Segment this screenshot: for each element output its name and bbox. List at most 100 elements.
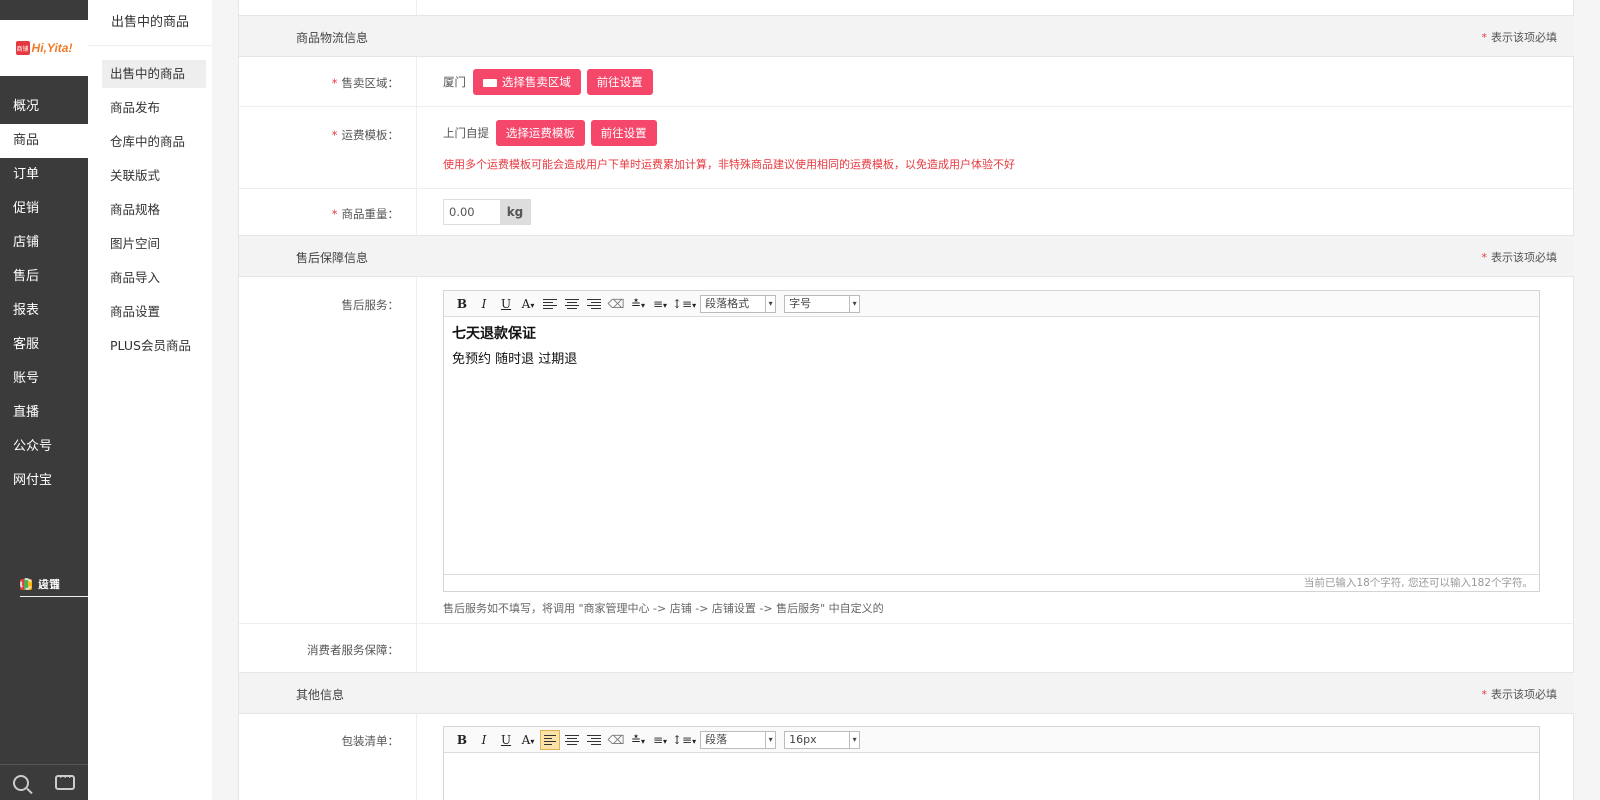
search-icon[interactable] xyxy=(13,774,29,791)
bold-button[interactable]: B xyxy=(452,730,472,750)
paragraph-format-select[interactable]: 段落 xyxy=(700,730,777,749)
weight-row: *商品重量： kg xyxy=(239,189,1575,235)
font-size-select[interactable]: 字号 xyxy=(784,294,861,313)
nav-item[interactable]: 报表 xyxy=(0,294,88,328)
required-note: * 表示该项必填 xyxy=(1481,31,1558,44)
after-sales-hint: 售后服务如不填写，将调用 "商家管理中心 -> 店铺 -> 店铺设置 -> 售后… xyxy=(443,602,884,615)
select-freight-button[interactable]: 选择运费模板 xyxy=(495,120,585,146)
required-note: * 表示该项必填 xyxy=(1481,251,1558,264)
logistics-section-header: 商品物流信息 * 表示该项必填 xyxy=(239,15,1575,57)
editor-text: 免预约 随时退 过期退 xyxy=(452,352,578,367)
underline-button[interactable]: U xyxy=(496,730,516,750)
nav-list: 概况 商品 订单 促销 店铺 售后 报表 客服 账号 直播 公众号 网付宝 xyxy=(0,90,88,498)
packing-list-label: 包装清单： xyxy=(341,734,400,748)
sale-area-value: 厦门 xyxy=(443,75,466,89)
editor-toolbar: B I U A▾ ⌫ ≛▾ ≡▾ ↕≡▾ 段落格式 字号 xyxy=(444,291,1539,317)
underline-button[interactable]: U xyxy=(496,294,516,314)
subnav-item[interactable]: 图片空间 xyxy=(88,230,212,264)
paragraph-spacing-icon[interactable]: ≡▾ xyxy=(650,730,670,750)
highlight-icon[interactable]: ≛▾ xyxy=(628,294,648,314)
weight-field: kg xyxy=(443,199,531,225)
line-height-icon[interactable]: ↕≡▾ xyxy=(672,730,696,750)
highlight-icon[interactable]: ≛▾ xyxy=(628,730,648,750)
after-sales-service-label: 售后服务： xyxy=(341,298,400,312)
subnav-item[interactable]: 出售中的商品 xyxy=(102,60,206,88)
nav-item[interactable]: 账号 xyxy=(0,362,88,396)
logo[interactable]: 商铺 Hi,Yita! xyxy=(0,20,88,76)
subnav-item[interactable]: 商品设置 xyxy=(88,298,212,332)
nav-item[interactable]: 商品 xyxy=(0,124,88,158)
paragraph-spacing-icon[interactable]: ≡▾ xyxy=(650,294,670,314)
subnav-item[interactable]: 商品规格 xyxy=(88,196,212,230)
subnav-item[interactable]: 商品导入 xyxy=(88,264,212,298)
subnav-title: 出售中的商品 xyxy=(88,0,212,46)
subnav-list: 出售中的商品商品发布 仓库中的商品 关联版式 商品规格 图片空间 商品导入 商品设置 PLUS… xyxy=(88,46,212,366)
eraser-icon[interactable]: ⌫ xyxy=(606,294,626,314)
sale-area-settings-button[interactable]: 前往设置 xyxy=(586,69,653,95)
weight-input[interactable] xyxy=(444,200,500,224)
align-center-icon[interactable] xyxy=(562,730,582,750)
align-right-icon[interactable] xyxy=(584,730,604,750)
gear-icon xyxy=(20,578,32,590)
bold-button[interactable]: B xyxy=(452,294,472,314)
editor-body[interactable] xyxy=(444,753,1539,765)
editor-toolbar: B I U A▾ ⌫ ≛▾ ≡▾ ↕≡▾ 段落 16px xyxy=(444,727,1539,753)
after-sales-editor: B I U A▾ ⌫ ≛▾ ≡▾ ↕≡▾ 段落格式 字号 七天退款保证 免预约 xyxy=(443,290,1540,592)
settings-label: 设置 xyxy=(38,578,60,591)
subnav-item[interactable]: 商品发布 xyxy=(88,94,212,128)
font-size-select[interactable]: 16px xyxy=(784,730,861,749)
nav-item[interactable]: 客服 xyxy=(0,328,88,362)
section-title: 售后保障信息 xyxy=(296,251,369,265)
subnav-item[interactable]: PLUS会员商品 xyxy=(88,332,212,366)
font-color-button[interactable]: A▾ xyxy=(518,730,538,750)
editor-heading: 七天退款保证 xyxy=(452,326,536,342)
paragraph-format-select[interactable]: 段落格式 xyxy=(700,294,777,313)
weight-unit: kg xyxy=(500,200,530,224)
align-right-icon[interactable] xyxy=(584,294,604,314)
chat-icon[interactable] xyxy=(55,771,75,790)
consumer-guarantee-row: 消费者服务保障： xyxy=(239,624,1575,672)
nav-item[interactable]: 促销 xyxy=(0,192,88,226)
nav-item[interactable]: 订单 xyxy=(0,158,88,192)
nav-item[interactable]: 网付宝 xyxy=(0,464,88,498)
consumer-guarantee-label: 消费者服务保障： xyxy=(307,643,399,657)
required-note: * 表示该项必填 xyxy=(1481,688,1558,701)
eraser-icon[interactable]: ⌫ xyxy=(606,730,626,750)
page-scrollbar[interactable] xyxy=(1574,0,1600,800)
editor-body[interactable]: 七天退款保证 免预约 随时退 过期退 xyxy=(444,317,1539,373)
char-counter: 当前已输入18个字符, 您还可以输入182个字符。 xyxy=(444,574,1539,591)
packing-list-row: 包装清单： B I U A▾ ⌫ ≛▾ ≡▾ ↕≡▾ 段落 16px xyxy=(239,714,1575,800)
align-center-icon[interactable] xyxy=(562,294,582,314)
main-nav: 商铺 Hi,Yita! 概况 商品 订单 促销 店铺 售后 报表 客服 账号 直播 公众号 网付宝 店… xyxy=(0,0,1356,800)
italic-button[interactable]: I xyxy=(474,294,494,314)
section-title: 商品物流信息 xyxy=(296,31,369,45)
truck-icon xyxy=(482,79,497,87)
nav-item[interactable]: 直播 xyxy=(0,396,88,430)
logo-text: Hi,Yita! xyxy=(31,41,73,55)
sale-area-label: * 售卖区域： xyxy=(331,76,399,90)
form-panel: 商品物流信息 * 表示该项必填 * 售卖区域： 厦门 选择售卖区域 前往设置 * 运费… xyxy=(238,0,1575,800)
nav-item[interactable]: 概况 xyxy=(0,90,88,124)
nav-item[interactable]: 公众号 xyxy=(0,430,88,464)
freight-warning: 使用多个运费模板可能会造成用户下单时运费累加计算，非特殊商品建议使用相同的运费模… xyxy=(443,158,1015,171)
font-color-button[interactable]: A▾ xyxy=(518,294,538,314)
nav-item[interactable]: 店铺 xyxy=(0,226,88,260)
other-section-header: 其他信息 * 表示该项必填 xyxy=(239,672,1575,714)
align-left-icon[interactable] xyxy=(540,294,560,314)
freight-value: 上门自提 xyxy=(443,126,489,140)
align-left-icon[interactable] xyxy=(540,729,560,750)
main-content: 商品物流信息 * 表示该项必填 * 售卖区域： 厦门 选择售卖区域 前往设置 * 运费… xyxy=(212,0,1600,800)
select-sale-area-button[interactable]: 选择售卖区域 xyxy=(472,69,581,95)
weight-label: * 商品重量： xyxy=(331,207,399,221)
after-sales-service-row: 售后服务： B I U A▾ ⌫ ≛▾ ≡▾ ↕≡▾ 段落格式 字号 xyxy=(239,277,1575,624)
freight-settings-button[interactable]: 前往设置 xyxy=(590,120,657,146)
section-title: 其他信息 xyxy=(296,688,345,702)
italic-button[interactable]: I xyxy=(474,730,494,750)
line-height-icon[interactable]: ↕≡▾ xyxy=(672,294,696,314)
nav-item[interactable]: 售后 xyxy=(0,260,88,294)
freight-row: * 运费模板： 上门自提 选择运费模板 前往设置 使用多个运费模板可能会造成用户下… xyxy=(239,107,1575,189)
subnav-item[interactable]: 仓库中的商品 xyxy=(88,128,212,162)
sub-nav: 出售中的商品 出售中的商品商品发布 仓库中的商品 关联版式 商品规格 图片空间 商品导入商… xyxy=(88,0,212,800)
logo-mark: 商铺 xyxy=(15,41,30,55)
subnav-item[interactable]: 关联版式 xyxy=(88,162,212,196)
